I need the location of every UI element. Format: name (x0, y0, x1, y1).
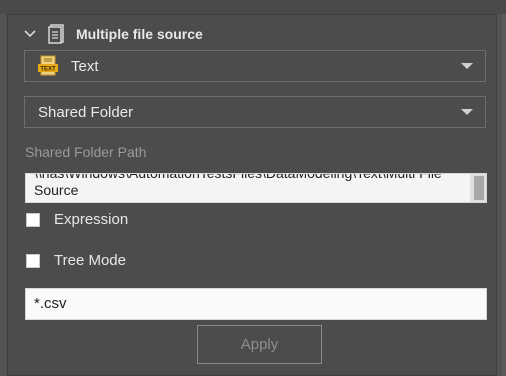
path-scrollbar[interactable] (470, 174, 486, 202)
svg-text:TEXT: TEXT (40, 67, 56, 73)
dropdown-arrow-icon[interactable] (461, 63, 473, 69)
source-type-dropdown[interactable]: TEXT Text (24, 50, 486, 82)
expression-label: Expression (54, 211, 129, 228)
tree-mode-option[interactable]: Tree Mode (26, 252, 126, 269)
file-filter-input[interactable]: *.csv (25, 288, 487, 320)
right-edge (502, 14, 506, 376)
shared-folder-path-label: Shared Folder Path (25, 144, 147, 160)
multiple-file-source-panel: Multiple file source TEXT Text Shared Fo… (7, 14, 497, 376)
tree-mode-checkbox[interactable] (26, 253, 40, 268)
panel-title: Multiple file source (76, 26, 203, 42)
chevron-down-icon[interactable] (22, 26, 38, 42)
location-type-value: Shared Folder (38, 103, 134, 121)
tree-mode-label: Tree Mode (54, 252, 126, 269)
panel-header[interactable]: Multiple file source (22, 23, 203, 45)
expression-checkbox[interactable] (26, 212, 40, 227)
source-type-value: Text (71, 57, 99, 75)
location-type-dropdown[interactable]: Shared Folder (24, 96, 486, 128)
shared-folder-path-input[interactable]: \\nas\Windows\AutomationTestsFiles\DataM… (25, 173, 487, 203)
shared-folder-path-value: \\nas\Windows\AutomationTestsFiles\DataM… (34, 173, 442, 198)
text-file-icon: TEXT (38, 55, 58, 76)
document-icon (48, 24, 64, 44)
path-scrollbar-thumb[interactable] (474, 176, 484, 200)
window-top-border (0, 0, 506, 14)
expression-option[interactable]: Expression (26, 211, 128, 228)
apply-button[interactable]: Apply (197, 325, 322, 364)
dropdown-arrow-icon[interactable] (461, 109, 473, 115)
